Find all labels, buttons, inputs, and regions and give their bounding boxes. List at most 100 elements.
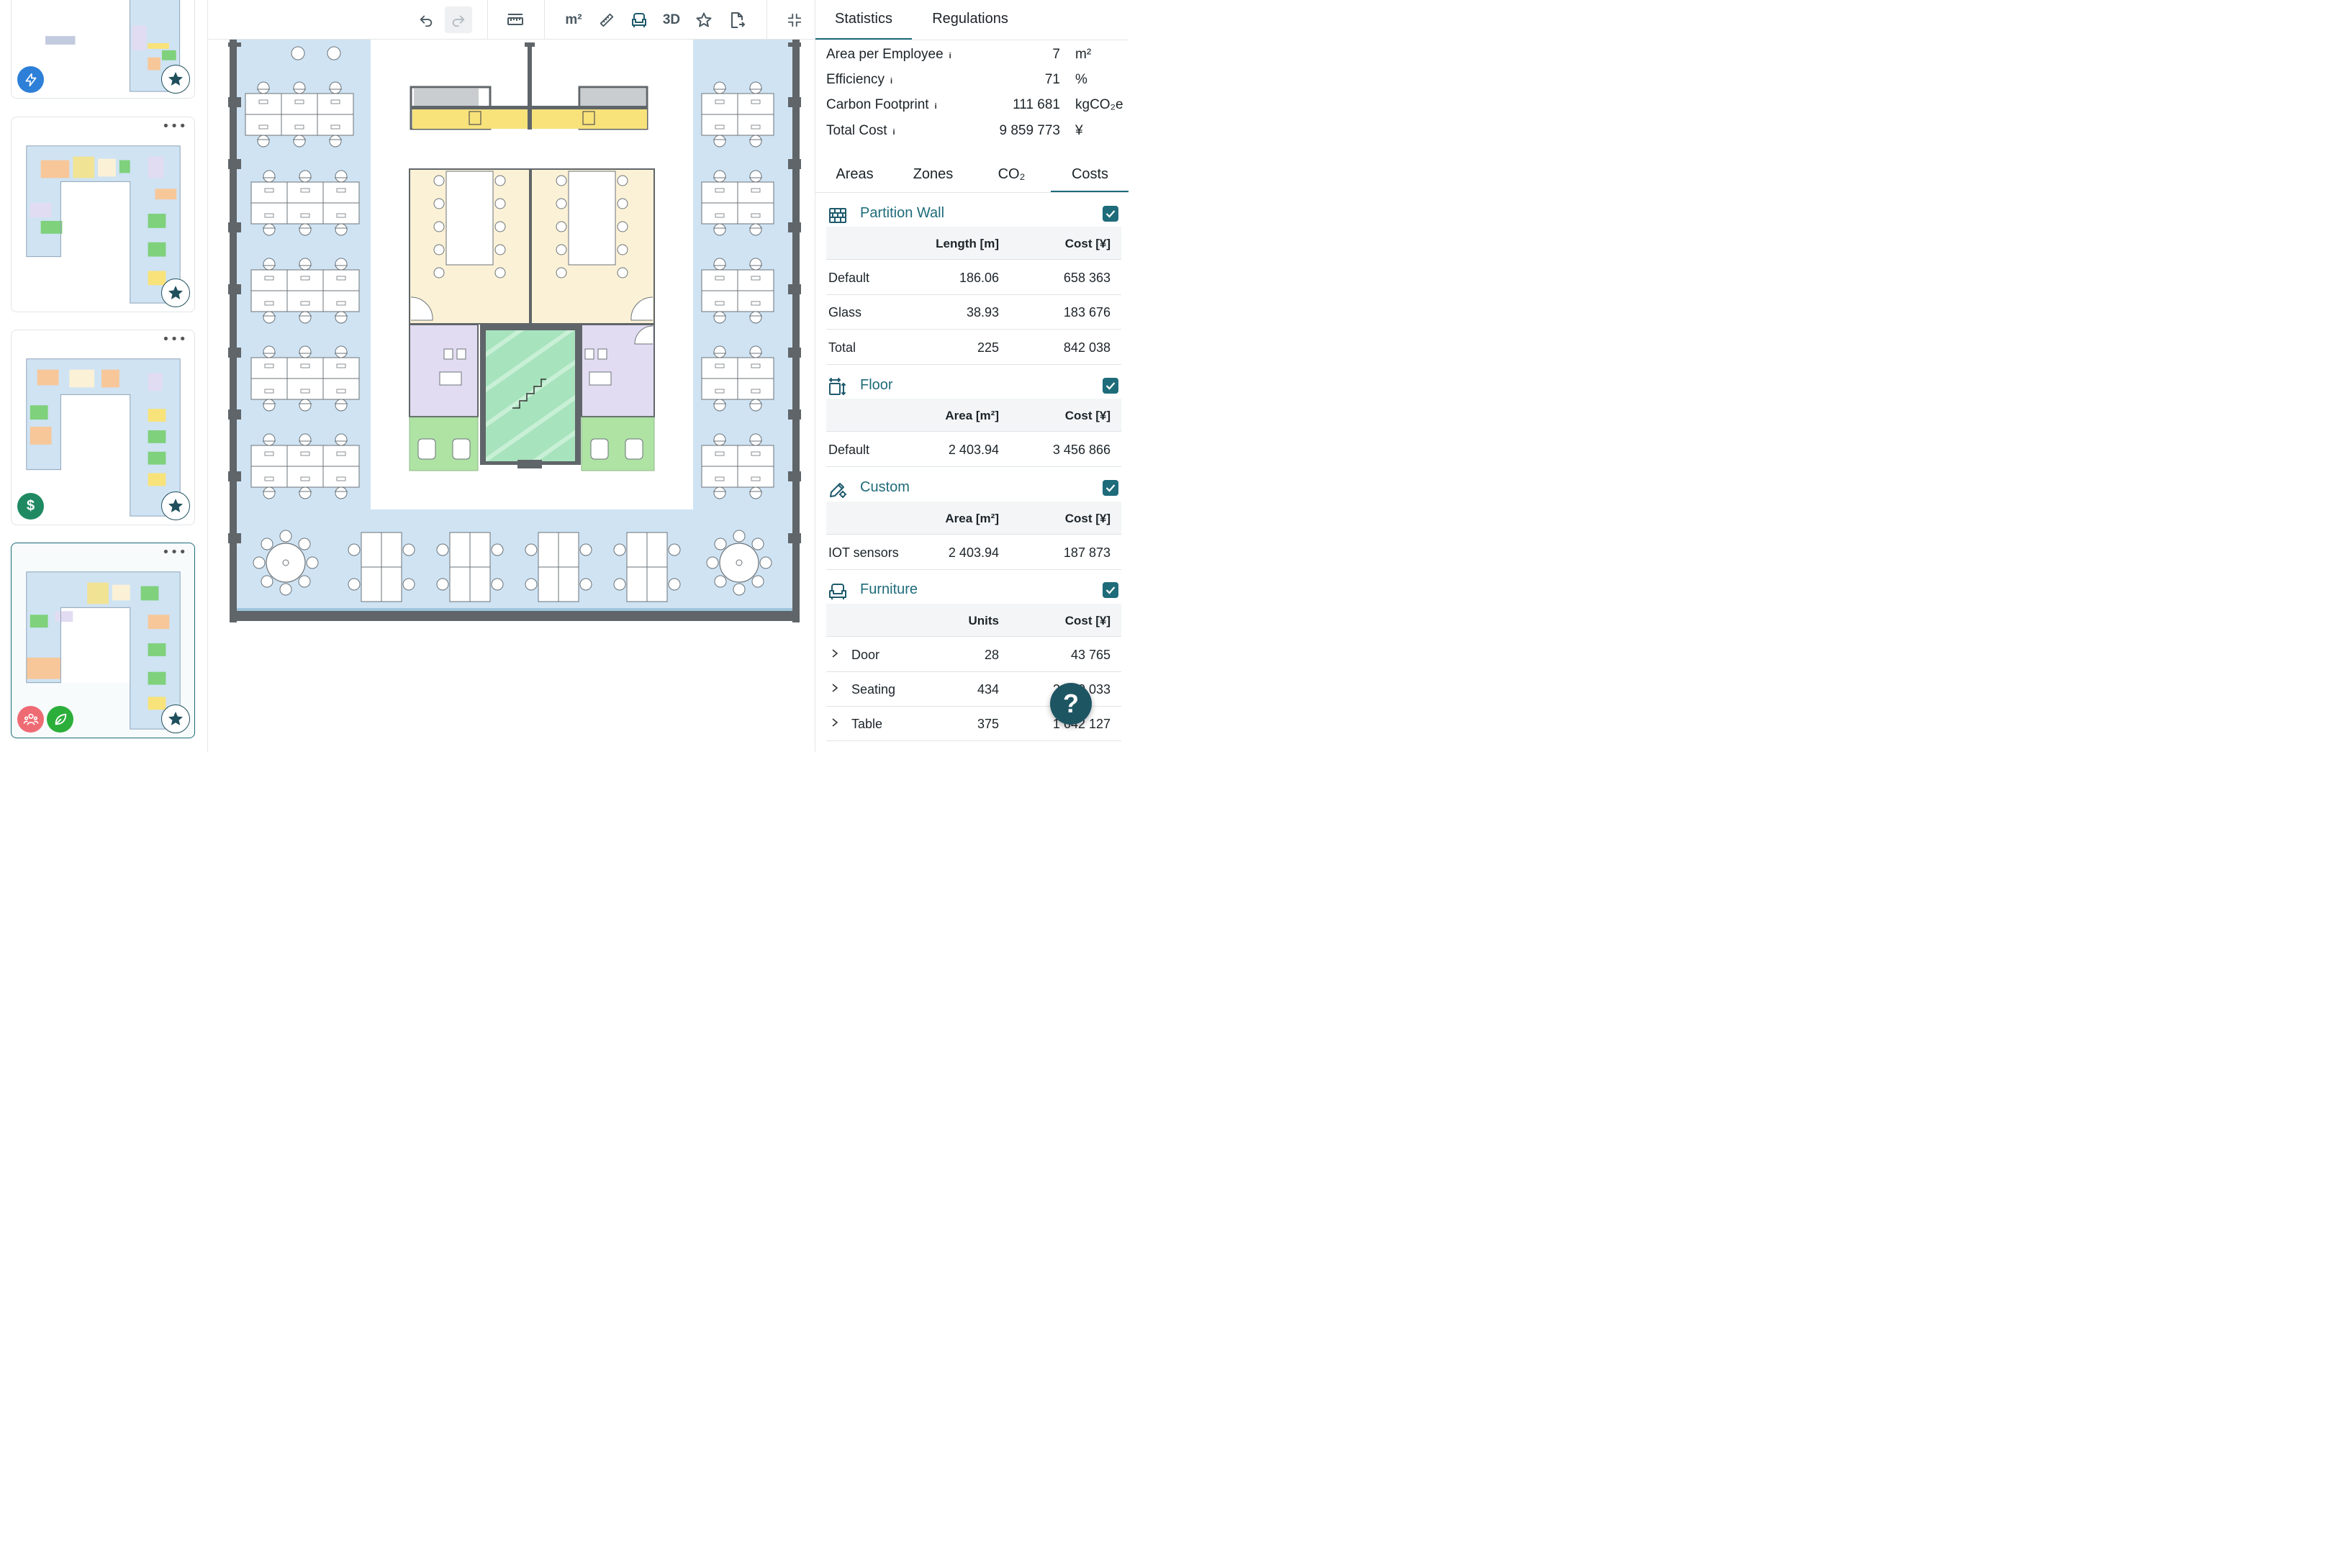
subtab-areas[interactable]: Areas <box>815 160 894 193</box>
furniture-toggle-button[interactable] <box>625 6 653 33</box>
row-value: 375 <box>977 717 999 731</box>
info-icon[interactable]: i <box>935 102 937 111</box>
variant-card-1[interactable] <box>11 0 195 99</box>
floor-checkbox[interactable] <box>1103 378 1118 394</box>
collapse-icon <box>787 13 802 27</box>
favorite-button[interactable] <box>690 6 718 33</box>
stat-value: 7 <box>1052 47 1060 62</box>
row-name: Table <box>851 717 883 731</box>
dimensions-button[interactable] <box>502 6 529 33</box>
column-header: Cost [¥] <box>1064 409 1111 422</box>
favorite-star-button-4[interactable] <box>161 704 190 733</box>
check-icon <box>1105 586 1116 594</box>
floor-dimension-icon <box>828 378 846 396</box>
plan-toolbar: m² 3D <box>208 0 815 40</box>
star-outline-icon <box>696 12 712 27</box>
subtab-costs[interactable]: Costs <box>1051 160 1128 193</box>
furniture-checkbox[interactable] <box>1103 582 1118 598</box>
help-button[interactable]: ? <box>1050 683 1092 725</box>
favorite-star-button-1[interactable] <box>161 65 190 94</box>
chevron-right-icon[interactable] <box>831 683 839 693</box>
armchair-icon <box>632 12 646 27</box>
stat-unit: kgCO₂e <box>1075 97 1123 112</box>
row-name: Total <box>828 340 856 355</box>
variant-card-2[interactable]: ••• <box>11 117 195 312</box>
table-row: Total 225 842 038 <box>826 330 1121 365</box>
stat-value: 111 681 <box>1013 97 1060 112</box>
section-furniture: Furniture <box>826 579 1121 603</box>
row-value: 28 <box>984 648 999 662</box>
undo-button[interactable] <box>412 6 440 33</box>
custom-table-header: Area [m²] Cost [¥] <box>826 502 1121 535</box>
variant-card-4[interactable]: ••• <box>11 543 195 738</box>
variant-menu-button-2[interactable]: ••• <box>162 120 187 133</box>
variant-menu-button-3[interactable]: ••• <box>162 333 187 346</box>
file-export-icon <box>731 12 745 28</box>
area-units-button[interactable]: m² <box>560 6 587 33</box>
column-header: Cost [¥] <box>1064 614 1111 627</box>
stairwell[interactable] <box>480 325 581 468</box>
column-header: Length [m] <box>936 237 999 250</box>
row-value: 434 <box>977 682 999 697</box>
chevron-right-icon[interactable] <box>831 717 839 728</box>
stat-unit: % <box>1075 72 1087 87</box>
toolbar-divider <box>544 0 545 40</box>
check-icon <box>1105 484 1116 492</box>
favorite-star-button-3[interactable] <box>161 491 190 520</box>
leaf-icon <box>55 713 66 725</box>
redo-button[interactable] <box>445 6 472 33</box>
row-name: IOT sensors <box>828 545 899 560</box>
check-icon <box>1105 382 1116 390</box>
partition-wall-checkbox[interactable] <box>1103 206 1118 222</box>
subtab-divider <box>815 192 1128 193</box>
table-row-door[interactable]: Door 28 43 765 <box>826 638 1121 672</box>
row-name: Default <box>828 443 870 457</box>
measure-button[interactable] <box>593 6 620 33</box>
row-cost: 842 038 <box>1063 340 1111 355</box>
custom-checkbox[interactable] <box>1103 480 1118 496</box>
row-value: 225 <box>977 340 999 355</box>
star-icon <box>168 499 183 512</box>
stat-label: Total Cost <box>826 123 887 138</box>
floor-plan[interactable] <box>208 40 815 752</box>
chevron-right-icon[interactable] <box>831 648 839 658</box>
subtab-zones[interactable]: Zones <box>894 160 972 193</box>
favorite-star-button-2[interactable] <box>161 278 190 307</box>
stat-total-cost: Total Cost i 9 859 773 ¥ <box>826 120 1121 142</box>
star-icon <box>168 286 183 299</box>
star-icon <box>168 72 183 86</box>
export-button[interactable] <box>723 6 751 33</box>
table-row: Glass 38.93 183 676 <box>826 295 1121 330</box>
column-header: Cost [¥] <box>1064 512 1111 525</box>
floor-table-header: Area [m²] Cost [¥] <box>826 399 1121 432</box>
stat-label: Area per Employee <box>826 47 944 62</box>
info-icon[interactable]: i <box>890 77 892 86</box>
row-cost: 183 676 <box>1063 305 1111 320</box>
armchair-icon <box>829 584 846 599</box>
statistics-panel: Statistics Regulations Area per Employee… <box>815 0 1128 752</box>
variant-card-3[interactable]: ••• $ <box>11 330 195 525</box>
row-value: 38.93 <box>966 305 999 320</box>
variant-menu-button-4[interactable]: ••• <box>162 546 187 559</box>
stat-value: 71 <box>1044 72 1060 87</box>
column-header: Cost [¥] <box>1064 237 1111 250</box>
section-title: Custom <box>860 479 910 495</box>
floor-plan-canvas[interactable] <box>208 40 815 752</box>
info-icon[interactable]: i <box>892 128 895 137</box>
info-icon[interactable]: i <box>949 52 951 60</box>
column-header: Area [m²] <box>945 409 999 422</box>
row-value: 2 403.94 <box>948 545 999 560</box>
view-3d-button[interactable]: 3D <box>658 6 685 33</box>
subtab-co2[interactable]: CO₂ <box>972 160 1051 193</box>
people-badge <box>17 706 44 733</box>
stat-label: Efficiency <box>826 72 885 87</box>
collapse-view-button[interactable] <box>781 6 808 33</box>
column-header: Area [m²] <box>945 512 999 525</box>
tab-regulations[interactable]: Regulations <box>923 0 1017 40</box>
pencil-gear-icon <box>830 483 846 498</box>
furniture-table-header: Units Cost [¥] <box>826 604 1121 637</box>
row-value: 186.06 <box>959 271 999 285</box>
tab-statistics[interactable]: Statistics <box>815 0 912 40</box>
table-row: IOT sensors 2 403.94 187 873 <box>826 535 1121 570</box>
meeting-rooms[interactable] <box>409 168 655 325</box>
